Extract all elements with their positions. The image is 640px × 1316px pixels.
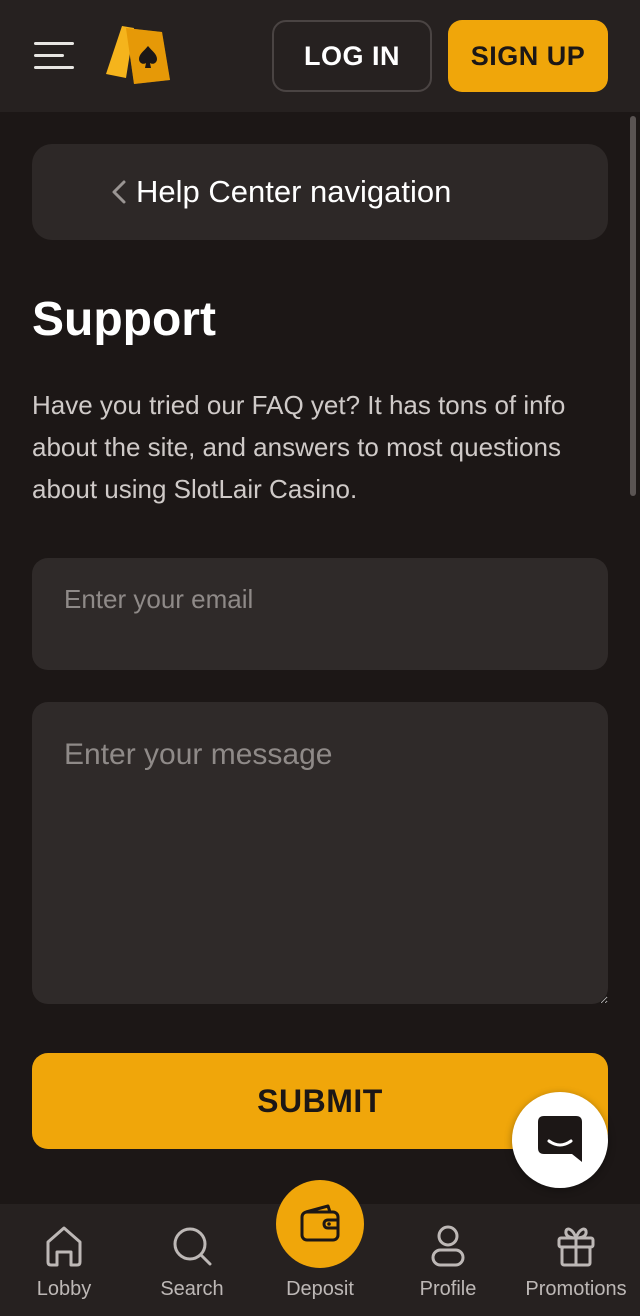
nav-label: Lobby <box>36 1278 92 1300</box>
page-scrollbar[interactable] <box>630 116 636 496</box>
user-icon <box>431 1225 465 1267</box>
nav-label: Search <box>160 1278 224 1300</box>
help-center-navigation[interactable]: Help Center navigation <box>32 144 608 240</box>
deposit-button[interactable] <box>276 1180 364 1268</box>
casino-logo-icon[interactable] <box>104 24 174 88</box>
nav-promotions[interactable]: Promotions <box>512 1204 640 1316</box>
nav-profile[interactable]: Profile <box>384 1204 512 1316</box>
search-icon <box>173 1227 212 1266</box>
email-field[interactable] <box>32 558 608 670</box>
page-title: Support <box>32 293 216 346</box>
top-header: LOG IN SIGN UP <box>0 0 640 112</box>
nav-lobby[interactable]: Lobby <box>0 1204 128 1316</box>
bottom-navigation: Lobby Search Deposit Profile Promotions <box>0 1180 640 1316</box>
support-page: LOG IN SIGN UP Help Center navigation Su… <box>0 0 640 1316</box>
nav-label: Promotions <box>525 1278 627 1300</box>
nav-deposit[interactable]: Deposit <box>256 1180 384 1316</box>
nav-search[interactable]: Search <box>128 1204 256 1316</box>
support-description: Have you tried our FAQ yet? It has tons … <box>32 390 566 504</box>
wallet-icon <box>300 1204 340 1242</box>
chat-widget-button[interactable] <box>512 1092 608 1188</box>
gift-icon <box>557 1227 595 1267</box>
hamburger-menu-icon[interactable] <box>34 40 78 72</box>
chevron-left-icon <box>112 180 126 204</box>
nav-label: Profile <box>419 1278 477 1300</box>
login-button[interactable]: LOG IN <box>272 20 432 92</box>
chat-icon <box>538 1116 582 1162</box>
help-center-label: Help Center navigation <box>136 174 452 209</box>
nav-label: Deposit <box>286 1278 354 1300</box>
message-field[interactable] <box>32 702 608 1004</box>
signup-button[interactable]: SIGN UP <box>448 20 608 92</box>
home-icon <box>46 1226 82 1267</box>
